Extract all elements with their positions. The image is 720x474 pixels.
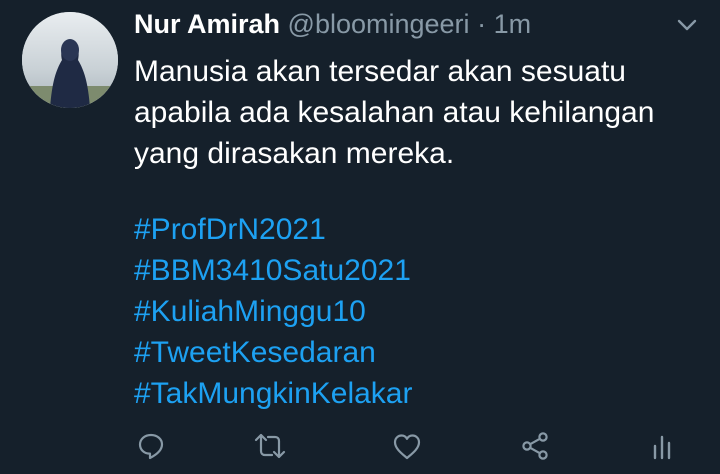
avatar[interactable] <box>22 12 118 108</box>
hashtag-link[interactable]: #ProfDrN2021 <box>134 209 412 250</box>
tweet-text-line: yang dirasakan mereka. <box>134 137 455 170</box>
tweet-text-line: Manusia akan tersedar akan sesuatu <box>134 55 626 88</box>
author-name[interactable]: Nur Amirah <box>134 9 280 39</box>
hashtag-link[interactable]: #BBM3410Satu2021 <box>134 250 412 291</box>
tweet-text: Manusia akan tersedar akan sesuatu apabi… <box>134 51 704 174</box>
tweet-card[interactable]: Nur Amirah @bloomingeeri · 1m Manusia ak… <box>0 0 720 474</box>
hashtag-link[interactable]: #KuliahMinggu10 <box>134 291 412 332</box>
tweet-actions <box>0 424 720 468</box>
retweet-icon[interactable] <box>250 424 290 468</box>
share-icon[interactable] <box>515 424 555 468</box>
analytics-icon[interactable] <box>642 424 682 468</box>
hashtag-link[interactable]: #TweetKesedaran <box>134 332 412 373</box>
hashtag-link[interactable]: #TakMungkinKelakar <box>134 373 412 414</box>
hashtag-list: #ProfDrN2021 #BBM3410Satu2021 #KuliahMin… <box>134 209 412 414</box>
tweet-header: Nur Amirah @bloomingeeri · 1m <box>134 6 531 42</box>
chevron-down-icon[interactable] <box>672 14 702 36</box>
separator-dot: · <box>477 9 487 39</box>
author-handle[interactable]: @bloomingeeri <box>288 9 470 39</box>
heart-icon[interactable] <box>387 424 427 468</box>
tweet-text-line: apabila ada kesalahan atau kehilangan <box>134 96 655 129</box>
tweet-timestamp[interactable]: 1m <box>494 9 532 39</box>
reply-icon[interactable] <box>131 424 171 468</box>
